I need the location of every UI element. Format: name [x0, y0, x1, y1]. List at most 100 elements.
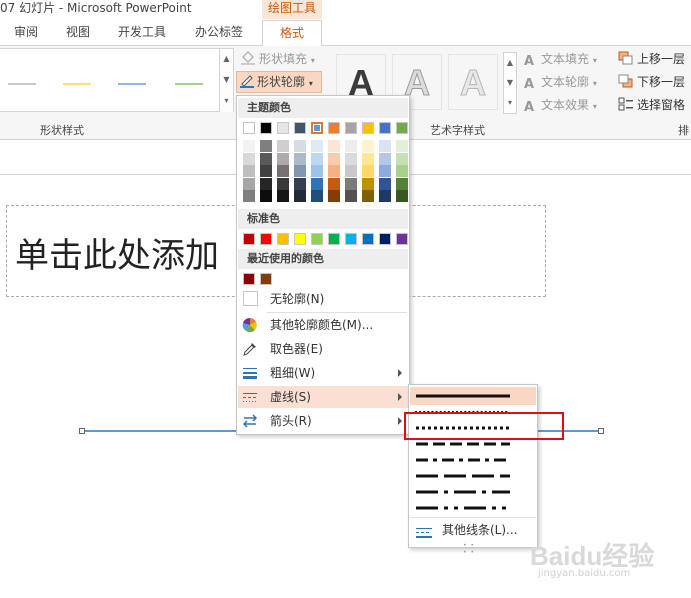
standard-color-swatch[interactable] [243, 233, 255, 245]
gallery-scroll-up-icon[interactable]: ▲ [219, 49, 233, 70]
standard-color-swatch[interactable] [311, 233, 323, 245]
standard-color-swatch[interactable] [396, 233, 408, 245]
theme-shade-swatch[interactable] [328, 177, 340, 190]
theme-shade-swatch[interactable] [277, 165, 289, 177]
theme-color-swatch[interactable] [362, 122, 374, 134]
shape-outline-button[interactable]: 形状轮廓 ▾ [236, 71, 322, 93]
theme-shade-swatch[interactable] [396, 140, 408, 152]
no-outline-item[interactable]: 无轮廓(N) [238, 288, 408, 310]
dashes-item[interactable]: 虚线(S) [238, 386, 408, 408]
line-end-handle[interactable] [598, 428, 604, 434]
resize-grip-icon[interactable]: • • • • [463, 542, 481, 556]
theme-shade-swatch[interactable] [311, 165, 323, 177]
theme-shade-swatch[interactable] [260, 177, 272, 190]
theme-color-swatch[interactable] [379, 122, 391, 134]
theme-color-swatch[interactable] [277, 122, 289, 134]
theme-color-swatch[interactable] [328, 122, 340, 134]
gallery-expand-icon[interactable]: ▾ [219, 91, 233, 112]
weight-item[interactable]: 粗细(W) [238, 362, 408, 384]
theme-shade-swatch[interactable] [379, 165, 391, 177]
theme-shade-swatch[interactable] [396, 190, 408, 202]
eyedropper-item[interactable]: 取色器(E) [238, 338, 408, 360]
theme-shade-swatch[interactable] [311, 140, 323, 152]
tab-developer[interactable]: 开发工具 [118, 20, 166, 46]
theme-color-swatch[interactable] [243, 122, 255, 134]
standard-color-swatch[interactable] [362, 233, 374, 245]
theme-shade-swatch[interactable] [294, 165, 306, 177]
theme-shade-swatch[interactable] [277, 140, 289, 152]
theme-shade-swatch[interactable] [396, 177, 408, 190]
tab-view[interactable]: 视图 [66, 20, 90, 46]
theme-shade-swatch[interactable] [277, 152, 289, 165]
theme-shade-swatch[interactable] [345, 140, 357, 152]
theme-shade-swatch[interactable] [345, 177, 357, 190]
arrows-item[interactable]: 箭头(R) [238, 410, 408, 432]
theme-shade-swatch[interactable] [362, 177, 374, 190]
send-backward-button[interactable]: 下移一层 [618, 72, 685, 92]
theme-shade-swatch[interactable] [294, 190, 306, 202]
theme-shade-swatch[interactable] [243, 177, 255, 190]
theme-shade-swatch[interactable] [260, 190, 272, 202]
theme-shade-swatch[interactable] [294, 177, 306, 190]
theme-shade-swatch[interactable] [243, 165, 255, 177]
theme-shade-swatch[interactable] [243, 140, 255, 152]
theme-shade-swatch[interactable] [277, 177, 289, 190]
theme-shade-swatch[interactable] [260, 140, 272, 152]
theme-shade-swatch[interactable] [328, 152, 340, 165]
theme-color-swatch[interactable] [311, 122, 323, 134]
wordart-gallery-scroll[interactable]: ▲ ▼ ▾ [503, 52, 517, 114]
theme-shade-swatch[interactable] [328, 190, 340, 202]
theme-shade-swatch[interactable] [311, 177, 323, 190]
more-lines-item[interactable]: 其他线条(L)... [410, 519, 536, 541]
theme-shade-swatch[interactable] [277, 190, 289, 202]
theme-shade-swatch[interactable] [379, 140, 391, 152]
theme-shade-swatch[interactable] [243, 190, 255, 202]
theme-shade-swatch[interactable] [362, 152, 374, 165]
theme-shade-swatch[interactable] [362, 140, 374, 152]
text-effects-button[interactable]: A 文本效果 ▾ [524, 95, 597, 115]
recent-color-swatch[interactable] [243, 273, 255, 285]
line-start-handle[interactable] [79, 428, 85, 434]
theme-shade-swatch[interactable] [379, 190, 391, 202]
standard-color-swatch[interactable] [260, 233, 272, 245]
selection-pane-button[interactable]: 选择窗格 [618, 95, 685, 115]
theme-shade-swatch[interactable] [260, 165, 272, 177]
theme-shade-swatch[interactable] [362, 165, 374, 177]
standard-color-swatch[interactable] [379, 233, 391, 245]
theme-shade-swatch[interactable] [379, 152, 391, 165]
theme-shade-swatch[interactable] [328, 140, 340, 152]
shape-style-gallery[interactable]: ▲ ▼ ▾ [0, 48, 234, 112]
theme-shade-swatch[interactable] [396, 165, 408, 177]
theme-shade-swatch[interactable] [396, 152, 408, 165]
theme-color-swatch[interactable] [396, 122, 408, 134]
shape-style-line-3[interactable] [118, 83, 146, 85]
standard-color-swatch[interactable] [345, 233, 357, 245]
standard-color-swatch[interactable] [277, 233, 289, 245]
gallery-scroll-down-icon[interactable]: ▼ [219, 70, 233, 91]
text-outline-button[interactable]: A 文本轮廓 ▾ [524, 72, 597, 92]
text-fill-button[interactable]: A 文本填充 ▾ [524, 49, 597, 69]
theme-color-swatch[interactable] [260, 122, 272, 134]
wordart-style-3[interactable]: A [448, 54, 498, 110]
theme-shade-swatch[interactable] [294, 140, 306, 152]
theme-shade-swatch[interactable] [260, 152, 272, 165]
theme-color-swatch[interactable] [294, 122, 306, 134]
theme-shade-swatch[interactable] [243, 152, 255, 165]
theme-shade-swatch[interactable] [345, 152, 357, 165]
theme-shade-swatch[interactable] [311, 190, 323, 202]
theme-shade-swatch[interactable] [328, 165, 340, 177]
recent-color-swatch[interactable] [260, 273, 272, 285]
shape-style-line-2[interactable] [63, 83, 91, 85]
tab-office-tab[interactable]: 办公标签 [195, 20, 243, 46]
theme-shade-swatch[interactable] [379, 177, 391, 190]
shape-style-line-1[interactable] [8, 83, 36, 85]
standard-color-swatch[interactable] [328, 233, 340, 245]
more-outline-colors-item[interactable]: 其他轮廓颜色(M)... [238, 314, 408, 336]
theme-shade-swatch[interactable] [362, 190, 374, 202]
tab-review[interactable]: 审阅 [14, 20, 38, 46]
theme-shade-swatch[interactable] [311, 152, 323, 165]
theme-shade-swatch[interactable] [294, 152, 306, 165]
theme-color-swatch[interactable] [345, 122, 357, 134]
standard-color-swatch[interactable] [294, 233, 306, 245]
shape-style-line-4[interactable] [175, 83, 203, 85]
